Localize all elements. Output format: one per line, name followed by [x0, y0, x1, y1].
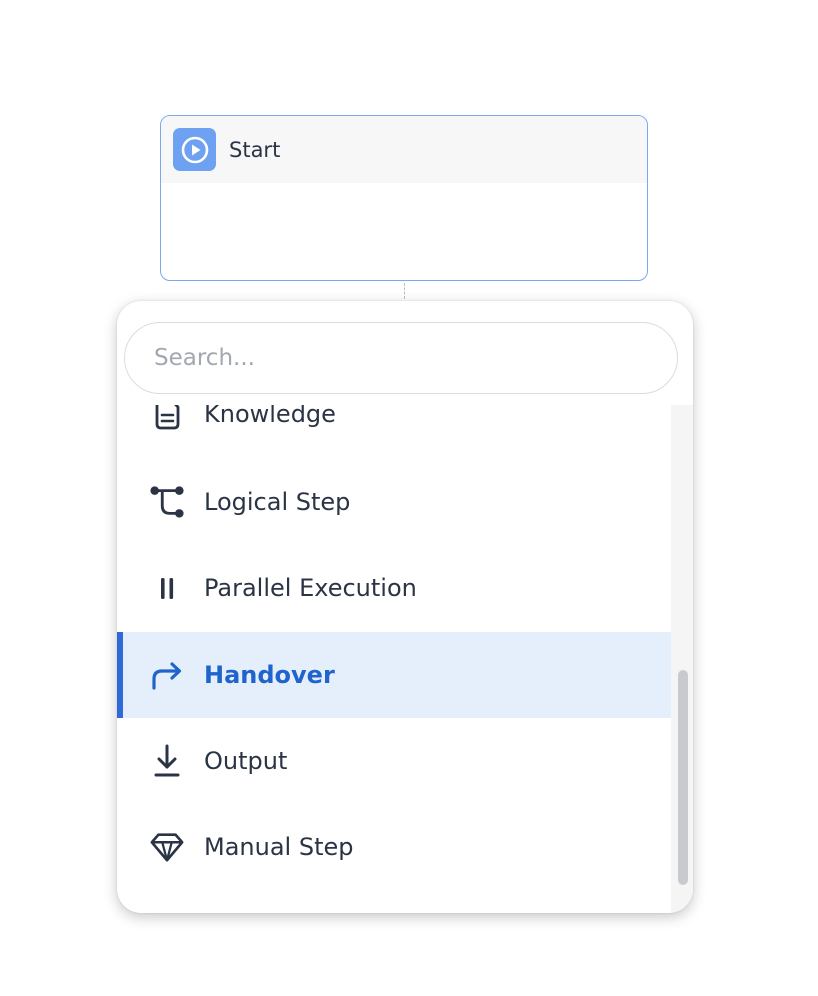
- list-item-label: Output: [204, 747, 288, 775]
- list-item-handover[interactable]: Handover: [117, 632, 671, 718]
- start-node[interactable]: Start: [160, 115, 648, 281]
- step-picker-dropdown: Knowledge Logical Step: [117, 301, 693, 913]
- start-node-header: Start: [161, 116, 647, 183]
- list-item-manual-step[interactable]: Manual Step: [117, 804, 671, 890]
- document-icon: [149, 405, 185, 432]
- list-item-output[interactable]: Output: [117, 718, 671, 804]
- step-list[interactable]: Knowledge Logical Step Parallel Executio…: [117, 405, 683, 913]
- diamond-icon: [149, 829, 185, 865]
- play-icon: [173, 128, 216, 171]
- scrollbar-thumb[interactable]: [678, 670, 688, 885]
- list-item-knowledge[interactable]: Knowledge: [117, 405, 671, 457]
- list-item-label: Logical Step: [204, 488, 351, 516]
- list-item-label: Parallel Execution: [204, 574, 417, 602]
- download-icon: [149, 743, 185, 779]
- list-item-label: Handover: [204, 661, 335, 689]
- redirect-arrow-icon: [149, 657, 185, 693]
- workflow-canvas[interactable]: Start Knowledge: [0, 0, 818, 996]
- branch-icon: [149, 484, 185, 520]
- list-item-logical-step[interactable]: Logical Step: [117, 459, 671, 545]
- start-node-title: Start: [229, 137, 281, 162]
- search-field[interactable]: [124, 322, 678, 394]
- search-input[interactable]: [125, 323, 677, 393]
- list-item-parallel-execution[interactable]: Parallel Execution: [117, 545, 671, 631]
- list-item-label: Knowledge: [204, 405, 336, 428]
- list-item-label: Manual Step: [204, 833, 354, 861]
- pause-icon: [149, 570, 185, 606]
- node-connector: [404, 283, 405, 299]
